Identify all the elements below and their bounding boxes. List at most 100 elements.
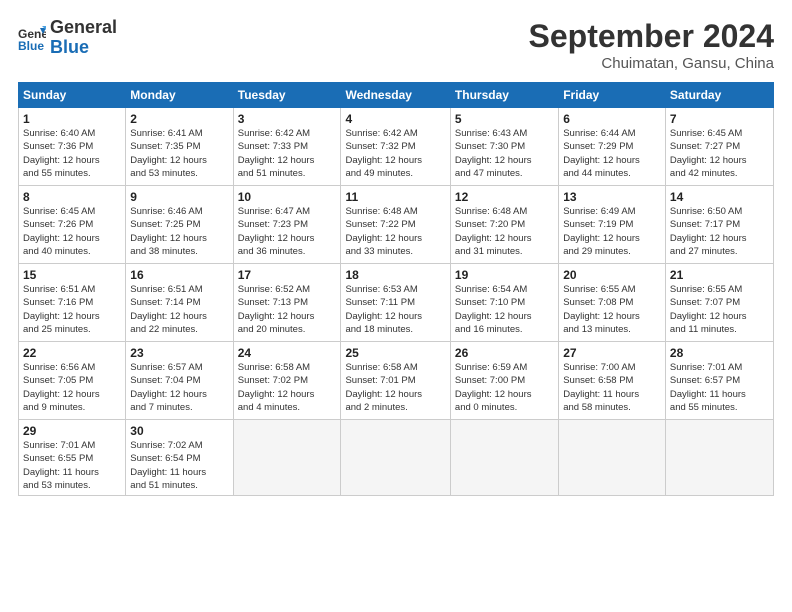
table-row: 5Sunrise: 6:43 AM Sunset: 7:30 PM Daylig…: [450, 108, 558, 186]
table-row: 4Sunrise: 6:42 AM Sunset: 7:32 PM Daylig…: [341, 108, 450, 186]
day-number: 5: [455, 112, 554, 126]
calendar-row: 8Sunrise: 6:45 AM Sunset: 7:26 PM Daylig…: [19, 186, 774, 264]
table-row: 21Sunrise: 6:55 AM Sunset: 7:07 PM Dayli…: [665, 264, 773, 342]
day-number: 4: [345, 112, 445, 126]
day-number: 23: [130, 346, 228, 360]
table-row: 6Sunrise: 6:44 AM Sunset: 7:29 PM Daylig…: [559, 108, 666, 186]
day-number: 28: [670, 346, 769, 360]
day-number: 21: [670, 268, 769, 282]
logo-icon: General Blue: [18, 24, 46, 52]
table-row: 7Sunrise: 6:45 AM Sunset: 7:27 PM Daylig…: [665, 108, 773, 186]
day-info: Sunrise: 6:40 AM Sunset: 7:36 PM Dayligh…: [23, 127, 121, 180]
day-number: 20: [563, 268, 661, 282]
table-row: 28Sunrise: 7:01 AM Sunset: 6:57 PM Dayli…: [665, 342, 773, 420]
table-row: [665, 420, 773, 496]
calendar-table: Sunday Monday Tuesday Wednesday Thursday…: [18, 82, 774, 496]
day-info: Sunrise: 6:57 AM Sunset: 7:04 PM Dayligh…: [130, 361, 228, 414]
day-info: Sunrise: 6:45 AM Sunset: 7:26 PM Dayligh…: [23, 205, 121, 258]
day-info: Sunrise: 6:47 AM Sunset: 7:23 PM Dayligh…: [238, 205, 337, 258]
svg-text:Blue: Blue: [18, 39, 44, 52]
day-info: Sunrise: 6:55 AM Sunset: 7:08 PM Dayligh…: [563, 283, 661, 336]
day-number: 7: [670, 112, 769, 126]
table-row: 20Sunrise: 6:55 AM Sunset: 7:08 PM Dayli…: [559, 264, 666, 342]
day-number: 30: [130, 424, 228, 438]
table-row: 16Sunrise: 6:51 AM Sunset: 7:14 PM Dayli…: [126, 264, 233, 342]
day-info: Sunrise: 6:51 AM Sunset: 7:16 PM Dayligh…: [23, 283, 121, 336]
day-number: 8: [23, 190, 121, 204]
day-info: Sunrise: 7:01 AM Sunset: 6:55 PM Dayligh…: [23, 439, 121, 492]
col-thursday: Thursday: [450, 83, 558, 108]
table-row: [233, 420, 341, 496]
header: General Blue General Blue September 2024…: [18, 18, 774, 72]
table-row: 26Sunrise: 6:59 AM Sunset: 7:00 PM Dayli…: [450, 342, 558, 420]
day-info: Sunrise: 6:43 AM Sunset: 7:30 PM Dayligh…: [455, 127, 554, 180]
table-row: 3Sunrise: 6:42 AM Sunset: 7:33 PM Daylig…: [233, 108, 341, 186]
table-row: 13Sunrise: 6:49 AM Sunset: 7:19 PM Dayli…: [559, 186, 666, 264]
table-row: [341, 420, 450, 496]
day-info: Sunrise: 6:58 AM Sunset: 7:02 PM Dayligh…: [238, 361, 337, 414]
day-number: 16: [130, 268, 228, 282]
day-info: Sunrise: 6:59 AM Sunset: 7:00 PM Dayligh…: [455, 361, 554, 414]
day-info: Sunrise: 6:51 AM Sunset: 7:14 PM Dayligh…: [130, 283, 228, 336]
table-row: 30Sunrise: 7:02 AM Sunset: 6:54 PM Dayli…: [126, 420, 233, 496]
col-monday: Monday: [126, 83, 233, 108]
calendar-header-row: Sunday Monday Tuesday Wednesday Thursday…: [19, 83, 774, 108]
table-row: 25Sunrise: 6:58 AM Sunset: 7:01 PM Dayli…: [341, 342, 450, 420]
day-info: Sunrise: 6:48 AM Sunset: 7:20 PM Dayligh…: [455, 205, 554, 258]
day-info: Sunrise: 7:00 AM Sunset: 6:58 PM Dayligh…: [563, 361, 661, 414]
calendar-row: 1Sunrise: 6:40 AM Sunset: 7:36 PM Daylig…: [19, 108, 774, 186]
day-number: 10: [238, 190, 337, 204]
col-sunday: Sunday: [19, 83, 126, 108]
table-row: 11Sunrise: 6:48 AM Sunset: 7:22 PM Dayli…: [341, 186, 450, 264]
day-number: 25: [345, 346, 445, 360]
day-number: 9: [130, 190, 228, 204]
day-number: 19: [455, 268, 554, 282]
table-row: 12Sunrise: 6:48 AM Sunset: 7:20 PM Dayli…: [450, 186, 558, 264]
day-number: 11: [345, 190, 445, 204]
day-number: 15: [23, 268, 121, 282]
calendar-row: 29Sunrise: 7:01 AM Sunset: 6:55 PM Dayli…: [19, 420, 774, 496]
table-row: 15Sunrise: 6:51 AM Sunset: 7:16 PM Dayli…: [19, 264, 126, 342]
table-row: 14Sunrise: 6:50 AM Sunset: 7:17 PM Dayli…: [665, 186, 773, 264]
table-row: 17Sunrise: 6:52 AM Sunset: 7:13 PM Dayli…: [233, 264, 341, 342]
day-number: 13: [563, 190, 661, 204]
page: General Blue General Blue September 2024…: [0, 0, 792, 612]
table-row: 22Sunrise: 6:56 AM Sunset: 7:05 PM Dayli…: [19, 342, 126, 420]
table-row: [559, 420, 666, 496]
col-friday: Friday: [559, 83, 666, 108]
table-row: 23Sunrise: 6:57 AM Sunset: 7:04 PM Dayli…: [126, 342, 233, 420]
day-number: 6: [563, 112, 661, 126]
day-number: 1: [23, 112, 121, 126]
day-number: 26: [455, 346, 554, 360]
col-wednesday: Wednesday: [341, 83, 450, 108]
day-info: Sunrise: 6:49 AM Sunset: 7:19 PM Dayligh…: [563, 205, 661, 258]
table-row: 9Sunrise: 6:46 AM Sunset: 7:25 PM Daylig…: [126, 186, 233, 264]
day-number: 22: [23, 346, 121, 360]
table-row: [450, 420, 558, 496]
title-block: September 2024 Chuimatan, Gansu, China: [529, 18, 774, 72]
day-info: Sunrise: 6:48 AM Sunset: 7:22 PM Dayligh…: [345, 205, 445, 258]
table-row: 8Sunrise: 6:45 AM Sunset: 7:26 PM Daylig…: [19, 186, 126, 264]
col-tuesday: Tuesday: [233, 83, 341, 108]
col-saturday: Saturday: [665, 83, 773, 108]
day-info: Sunrise: 6:42 AM Sunset: 7:32 PM Dayligh…: [345, 127, 445, 180]
day-number: 17: [238, 268, 337, 282]
table-row: 2Sunrise: 6:41 AM Sunset: 7:35 PM Daylig…: [126, 108, 233, 186]
day-info: Sunrise: 6:41 AM Sunset: 7:35 PM Dayligh…: [130, 127, 228, 180]
logo: General Blue General Blue: [18, 18, 117, 58]
day-number: 18: [345, 268, 445, 282]
table-row: 19Sunrise: 6:54 AM Sunset: 7:10 PM Dayli…: [450, 264, 558, 342]
day-info: Sunrise: 6:52 AM Sunset: 7:13 PM Dayligh…: [238, 283, 337, 336]
day-number: 29: [23, 424, 121, 438]
day-number: 24: [238, 346, 337, 360]
day-number: 3: [238, 112, 337, 126]
table-row: 24Sunrise: 6:58 AM Sunset: 7:02 PM Dayli…: [233, 342, 341, 420]
day-info: Sunrise: 6:50 AM Sunset: 7:17 PM Dayligh…: [670, 205, 769, 258]
table-row: 10Sunrise: 6:47 AM Sunset: 7:23 PM Dayli…: [233, 186, 341, 264]
logo-text: General Blue: [50, 18, 117, 58]
day-info: Sunrise: 6:42 AM Sunset: 7:33 PM Dayligh…: [238, 127, 337, 180]
day-info: Sunrise: 7:01 AM Sunset: 6:57 PM Dayligh…: [670, 361, 769, 414]
day-info: Sunrise: 6:53 AM Sunset: 7:11 PM Dayligh…: [345, 283, 445, 336]
month-title: September 2024: [529, 18, 774, 55]
day-number: 14: [670, 190, 769, 204]
